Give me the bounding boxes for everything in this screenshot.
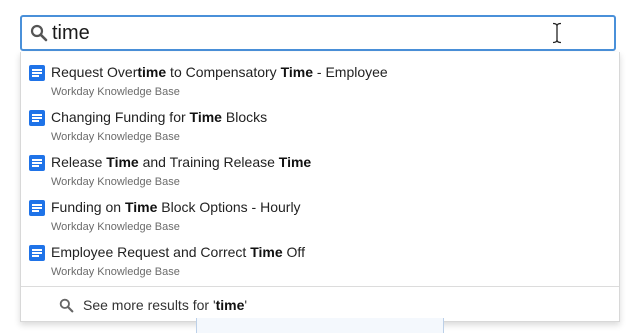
result-title: Funding on Time Block Options - Hourly xyxy=(51,199,301,215)
search-result-item[interactable]: Funding on Time Block Options - Hourly Wo… xyxy=(21,187,619,233)
result-source: Workday Knowledge Base xyxy=(51,266,180,278)
result-title: Employee Request and Correct Time Off xyxy=(51,244,305,260)
document-icon xyxy=(29,110,45,126)
search-result-item[interactable]: Request Overtime to Compensatory Time - … xyxy=(21,52,619,98)
result-title: Request Overtime to Compensatory Time - … xyxy=(51,64,388,80)
search-results-dropdown: Request Overtime to Compensatory Time - … xyxy=(20,52,620,322)
document-icon xyxy=(29,155,45,171)
search-result-item[interactable]: Changing Funding for Time Blocks Workday … xyxy=(21,97,619,143)
search-icon xyxy=(59,298,74,313)
document-icon xyxy=(29,245,45,261)
search-result-item[interactable]: Employee Request and Correct Time Off Wor… xyxy=(21,232,619,278)
search-box[interactable] xyxy=(20,15,616,51)
document-icon xyxy=(29,65,45,81)
result-title: Changing Funding for Time Blocks xyxy=(51,109,268,125)
search-icon xyxy=(30,24,48,42)
search-input[interactable] xyxy=(52,19,532,47)
document-icon xyxy=(29,200,45,216)
search-result-item[interactable]: Release Time and Training Release Time Wo… xyxy=(21,142,619,188)
result-title: Release Time and Training Release Time xyxy=(51,154,312,170)
see-more-label: See more results for 'time' xyxy=(83,297,248,313)
text-cursor-icon xyxy=(552,22,562,44)
background-panel xyxy=(196,318,444,333)
divider xyxy=(21,286,619,287)
